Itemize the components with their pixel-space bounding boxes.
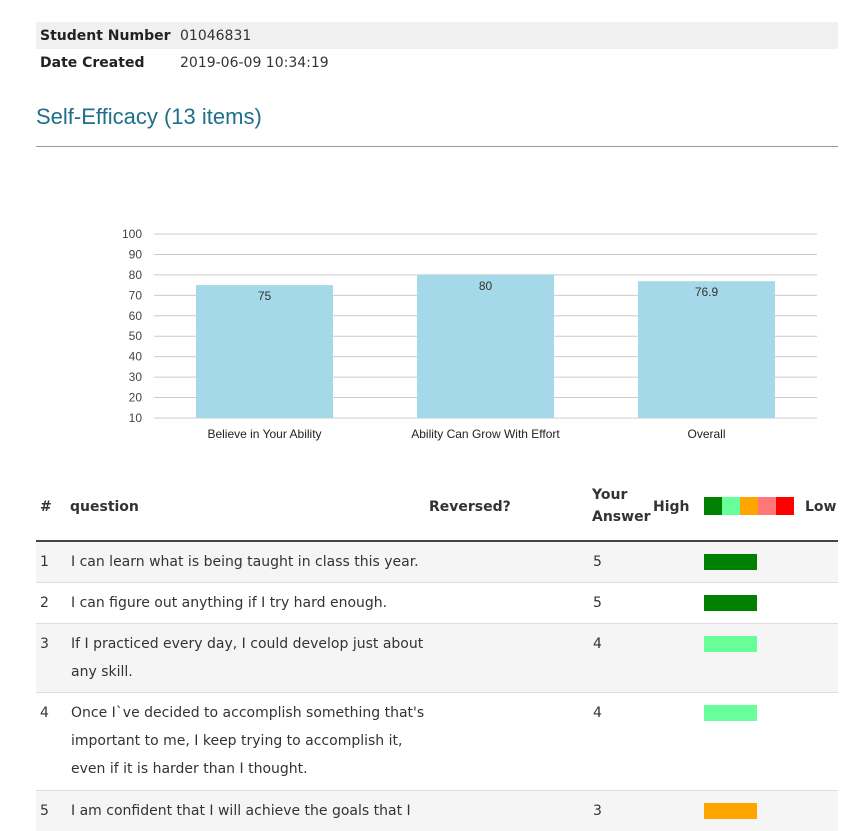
- y-tick-label: 90: [129, 247, 143, 261]
- y-tick-label: 100: [122, 227, 142, 241]
- y-tick-label: 60: [129, 309, 143, 323]
- legend-swatch: [758, 497, 776, 515]
- answer-color-bar: [704, 554, 757, 570]
- answer-color-bar: [704, 595, 757, 611]
- y-tick-label: 30: [129, 370, 143, 384]
- question-table-header: # question Reversed? Your Answer High Low: [36, 478, 838, 542]
- answer-value: 5: [593, 595, 602, 611]
- y-tick-label: 70: [129, 288, 143, 302]
- row-number: 3: [40, 636, 49, 652]
- table-row: 1 I can learn what is being taught in cla…: [36, 542, 838, 583]
- answer-value: 5: [593, 554, 602, 570]
- row-number: 4: [40, 705, 49, 721]
- header-your-answer-line1: Your: [592, 487, 628, 503]
- table-row: 3 If I practiced every day, I could devel…: [36, 624, 838, 693]
- bar-value-label: 75: [258, 289, 272, 303]
- header-your-answer: Your Answer: [592, 484, 652, 528]
- color-scale-legend: [704, 497, 794, 515]
- question-text: Once I`ve decided to accomplish somethin…: [71, 705, 425, 777]
- question-text: If I practiced every day, I could develo…: [71, 636, 424, 680]
- header-question: question: [70, 499, 139, 515]
- bar-value-label: 76.9: [695, 285, 719, 299]
- header-reversed: Reversed?: [429, 499, 511, 515]
- report-page: Student Number 01046831 Date Created 201…: [0, 0, 866, 831]
- table-row: 2 I can figure out anything if I try hard…: [36, 583, 838, 624]
- legend-swatch: [776, 497, 794, 515]
- question-rows: 1 I can learn what is being taught in cla…: [36, 542, 838, 831]
- x-category-label: Ability Can Grow With Effort: [411, 427, 560, 441]
- answer-color-bar: [704, 803, 757, 819]
- answer-value: 4: [593, 636, 602, 652]
- bar: [417, 274, 554, 418]
- y-tick-label: 50: [129, 329, 143, 343]
- answer-value: 3: [593, 803, 602, 819]
- row-number: 2: [40, 595, 49, 611]
- legend-swatch: [740, 497, 758, 515]
- header-your-answer-line2: Answer: [592, 509, 651, 525]
- header-high: High: [653, 499, 690, 515]
- bar-chart: 100 90 80 70 60 50 40 30 20 10 75 Believe in Your A…: [122, 227, 817, 441]
- y-tick-label: 10: [129, 411, 143, 425]
- legend-swatch: [722, 497, 740, 515]
- bar: [638, 281, 775, 418]
- bar: [196, 285, 333, 418]
- header-number: #: [40, 499, 52, 515]
- x-category-label: Believe in Your Ability: [207, 427, 321, 441]
- answer-value: 4: [593, 705, 602, 721]
- y-tick-label: 20: [129, 391, 143, 405]
- row-number: 5: [40, 803, 49, 819]
- x-category-label: Overall: [687, 427, 725, 441]
- question-text: I am confident that I will achieve the g…: [71, 803, 411, 819]
- answer-color-bar: [704, 636, 757, 652]
- header-low: Low: [805, 499, 837, 515]
- question-text: I can figure out anything if I try hard …: [71, 595, 388, 611]
- y-tick-label: 80: [129, 268, 143, 282]
- table-row: 4 Once I`ve decided to accomplish somethi…: [36, 693, 838, 791]
- y-tick-label: 40: [129, 350, 143, 364]
- question-table: # question Reversed? Your Answer High Low…: [36, 478, 838, 831]
- table-row: 5 I am confident that I will achieve the …: [36, 791, 838, 831]
- question-text: I can learn what is being taught in clas…: [71, 554, 419, 570]
- legend-swatch: [704, 497, 722, 515]
- row-number: 1: [40, 554, 49, 570]
- answer-color-bar: [704, 705, 757, 721]
- bar-value-label: 80: [479, 279, 493, 293]
